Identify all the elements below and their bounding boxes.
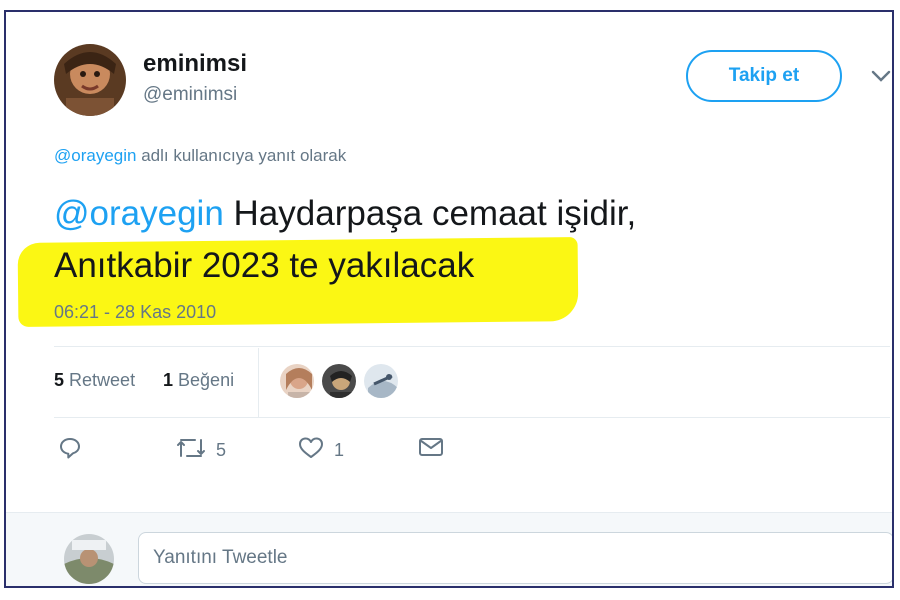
tweet-timestamp[interactable]: 06:21 - 28 Kas 2010 bbox=[54, 302, 216, 323]
retweet-action-count: 5 bbox=[216, 440, 227, 460]
like-stat[interactable]: 1 Beğeni bbox=[163, 370, 234, 391]
tweet-mention[interactable]: @orayegin bbox=[54, 194, 224, 233]
retweet-action[interactable]: 5 bbox=[176, 436, 226, 465]
like-stat-label: Beğeni bbox=[178, 370, 235, 390]
reply-context-mention[interactable]: @orayegin bbox=[54, 146, 136, 165]
follow-button[interactable]: Takip et bbox=[686, 50, 842, 102]
stats-divider bbox=[258, 348, 259, 418]
mail-icon bbox=[418, 436, 444, 463]
like-action-count: 1 bbox=[334, 440, 345, 460]
like-stat-count: 1 bbox=[163, 370, 174, 390]
liker-avatar[interactable] bbox=[278, 362, 316, 400]
author-display-name[interactable]: eminimsi bbox=[143, 50, 247, 78]
divider bbox=[54, 417, 890, 418]
reply-context: @orayegin adlı kullanıcıya yanıt olarak bbox=[54, 146, 346, 166]
retweet-stat-count: 5 bbox=[54, 370, 65, 390]
liker-avatar[interactable] bbox=[362, 362, 400, 400]
reply-icon bbox=[58, 436, 82, 465]
tweet-card: eminimsi @eminimsi Takip et @orayegin ad… bbox=[4, 10, 894, 588]
tweet-line-1: @orayegin Haydarpaşa cemaat işidir, bbox=[54, 188, 834, 240]
author-avatar[interactable] bbox=[54, 44, 126, 116]
heart-icon bbox=[298, 436, 324, 465]
current-user-avatar[interactable] bbox=[64, 534, 114, 584]
tweet-line-1-text: Haydarpaşa cemaat işidir, bbox=[223, 194, 637, 233]
dm-action[interactable] bbox=[418, 436, 444, 463]
chevron-down-icon[interactable] bbox=[870, 68, 892, 84]
like-action[interactable]: 1 bbox=[298, 436, 344, 465]
author-handle[interactable]: @eminimsi bbox=[143, 84, 237, 106]
liker-avatar[interactable] bbox=[320, 362, 358, 400]
tweet-text: @orayegin Haydarpaşa cemaat işidir, Anıt… bbox=[54, 188, 834, 292]
reply-input[interactable]: Yanıtını Tweetle bbox=[138, 532, 892, 584]
retweet-stat-label: Retweet bbox=[69, 370, 136, 390]
tweet-line-2: Anıtkabir 2023 te yakılacak bbox=[54, 246, 475, 285]
divider bbox=[54, 346, 890, 347]
retweet-stat[interactable]: 5 Retweet bbox=[54, 370, 135, 391]
retweet-icon bbox=[176, 436, 206, 465]
reply-input-placeholder: Yanıtını Tweetle bbox=[153, 547, 288, 568]
reply-context-text: adlı kullanıcıya yanıt olarak bbox=[136, 146, 347, 165]
reply-action[interactable] bbox=[58, 436, 82, 465]
